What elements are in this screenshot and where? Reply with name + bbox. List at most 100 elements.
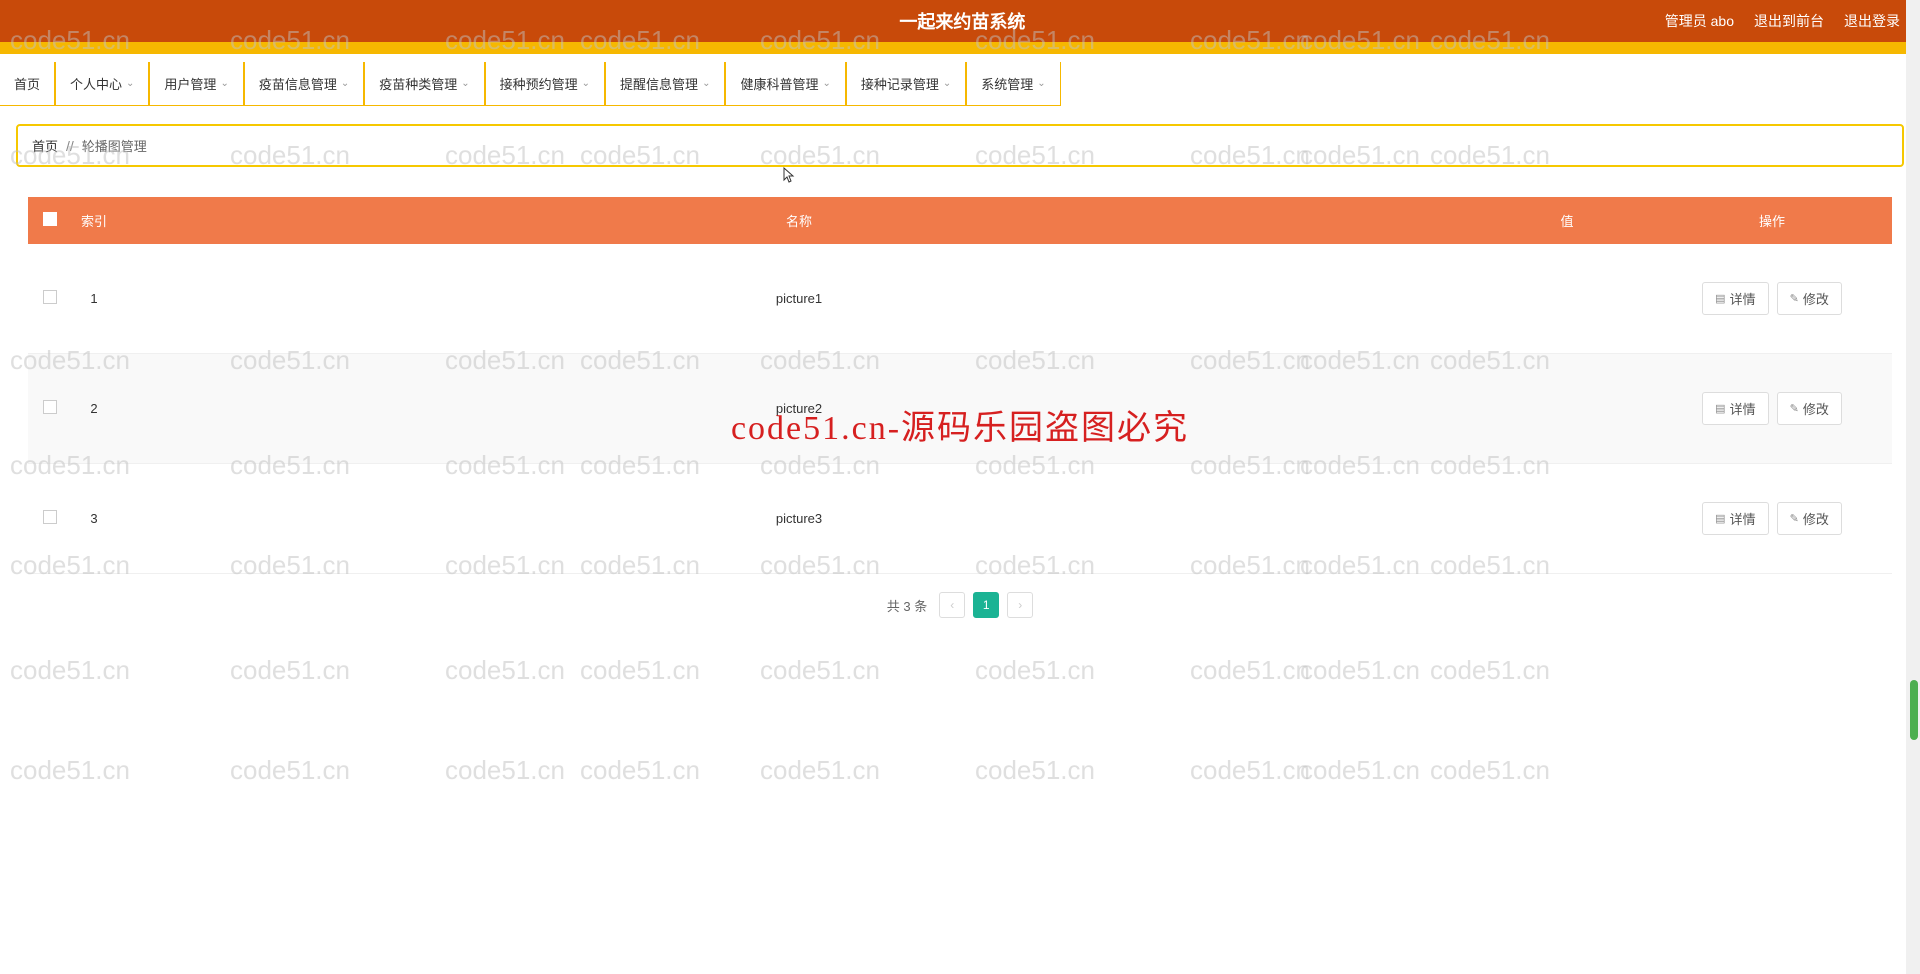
pagination-total: 共 3 条 [887, 596, 927, 615]
nav-item-label: 系统管理 [981, 74, 1033, 93]
header-index: 索引 [72, 197, 116, 244]
watermark-text: code51.cn [1430, 755, 1550, 786]
breadcrumb: 首页 // 轮播图管理 [16, 124, 1904, 167]
detail-button[interactable]: ▤ 详情 [1702, 282, 1768, 315]
watermark-text: code51.cn [760, 655, 880, 686]
watermark-text: code51.cn [1300, 655, 1420, 686]
edit-icon: ✎ [1790, 512, 1799, 525]
breadcrumb-separator: // [66, 138, 74, 154]
nav-item-1[interactable]: 个人中心 ⌄ [55, 62, 149, 106]
watermark-text: code51.cn [230, 655, 350, 686]
watermark-text: code51.cn [1300, 755, 1420, 786]
breadcrumb-home[interactable]: 首页 [32, 136, 58, 155]
nav-item-7[interactable]: 健康科普管理 ⌄ [725, 62, 845, 106]
edit-icon: ✎ [1790, 292, 1799, 305]
edit-button-label: 修改 [1803, 289, 1829, 308]
watermark-text: code51.cn [1430, 655, 1550, 686]
edit-button-label: 修改 [1803, 399, 1829, 418]
watermark-text: code51.cn [1190, 755, 1310, 786]
row-checkbox-cell [28, 354, 72, 464]
chevron-down-icon: ⌄ [341, 78, 349, 89]
edit-button[interactable]: ✎ 修改 [1777, 282, 1842, 315]
row-actions: ▤详情 ✎ 修改 [1652, 464, 1892, 574]
watermark-text: code51.cn [445, 755, 565, 786]
watermark-text: code51.cn [10, 655, 130, 686]
nav-item-4[interactable]: 疫苗种类管理 ⌄ [364, 62, 484, 106]
nav-item-6[interactable]: 提醒信息管理⌄ [605, 62, 725, 106]
row-checkbox[interactable] [43, 400, 57, 414]
row-actions: ▤详情 ✎ 修改 [1652, 354, 1892, 464]
row-name: picture2 [116, 354, 1482, 464]
chevron-down-icon: ⌄ [822, 78, 830, 89]
row-name: picture3 [116, 464, 1482, 574]
row-index: 3 [72, 464, 116, 574]
nav-item-5[interactable]: 接种预约管理⌄ [485, 62, 605, 106]
row-value [1482, 354, 1652, 464]
header-value: 值 [1482, 197, 1652, 244]
detail-button[interactable]: ▤详情 [1702, 502, 1768, 535]
watermark-text: code51.cn [760, 755, 880, 786]
watermark-text: code51.cn [230, 755, 350, 786]
chevron-down-icon: ⌄ [943, 78, 951, 89]
watermark-text: code51.cn [580, 755, 700, 786]
nav-item-label: 用户管理 [164, 74, 216, 93]
chevron-down-icon: ⌄ [1037, 78, 1045, 89]
row-checkbox[interactable] [43, 510, 57, 524]
nav-item-8[interactable]: 接种记录管理 ⌄ [846, 62, 966, 106]
chevron-down-icon: ⌄ [126, 78, 134, 89]
edit-button[interactable]: ✎ 修改 [1777, 392, 1842, 425]
nav-item-label: 首页 [14, 74, 40, 93]
edit-icon: ✎ [1790, 402, 1799, 415]
scrollbar-thumb[interactable] [1910, 680, 1918, 740]
detail-button-label: 详情 [1730, 289, 1756, 308]
detail-button-label: 详情 [1730, 399, 1756, 418]
app-title: 一起来约苗系统 [260, 8, 1665, 34]
header-checkbox-cell [28, 197, 72, 244]
row-checkbox[interactable] [43, 290, 57, 304]
pagination-prev[interactable]: ‹ [939, 592, 965, 618]
document-icon: ▤ [1715, 292, 1725, 305]
chevron-down-icon: ⌄ [461, 78, 469, 89]
breadcrumb-current: 轮播图管理 [82, 136, 147, 155]
nav-item-9[interactable]: 系统管理 ⌄ [966, 62, 1060, 106]
pagination-page-1[interactable]: 1 [973, 592, 999, 618]
nav-item-3[interactable]: 疫苗信息管理⌄ [244, 62, 364, 106]
chevron-down-icon: ⌄ [220, 78, 228, 89]
nav-item-label: 疫苗种类管理 [379, 74, 457, 93]
table-row: 2picture2▤详情✎修改 [28, 354, 1892, 464]
header-action: 操作 [1652, 197, 1892, 244]
exit-front-link[interactable]: 退出到前台 [1754, 11, 1824, 31]
edit-button-label: 修改 [1803, 509, 1829, 528]
row-checkbox-cell [28, 464, 72, 574]
edit-button[interactable]: ✎ 修改 [1777, 502, 1842, 535]
logout-link[interactable]: 退出登录 [1844, 11, 1900, 31]
pagination-next[interactable]: › [1007, 592, 1033, 618]
select-all-checkbox[interactable] [43, 212, 57, 226]
nav-item-label: 健康科普管理 [740, 74, 818, 93]
watermark-text: code51.cn [10, 755, 130, 786]
header-right: 管理员 abo 退出到前台 退出登录 [1665, 11, 1900, 31]
table-row: 1picture1▤详情✎修改 [28, 244, 1892, 354]
header-name: 名称 [116, 197, 1482, 244]
watermark-text: code51.cn [1190, 655, 1310, 686]
table-header-row: 索引 名称 值 操作 [28, 197, 1892, 244]
pagination: 共 3 条 ‹ 1 › [28, 592, 1892, 618]
row-value [1482, 244, 1652, 354]
table-row: 3picture3 ▤详情 ✎ 修改 [28, 464, 1892, 574]
row-actions: ▤ 详情 ✎ 修改 [1652, 244, 1892, 354]
watermark-text: code51.cn [445, 655, 565, 686]
nav-item-2[interactable]: 用户管理 ⌄ [149, 62, 243, 106]
nav-item-label: 接种记录管理 [861, 74, 939, 93]
row-name: picture1 [116, 244, 1482, 354]
detail-button[interactable]: ▤详情 [1702, 392, 1768, 425]
watermark-text: code51.cn [580, 655, 700, 686]
nav-item-0[interactable]: 首页 [0, 62, 55, 106]
document-icon: ▤ [1715, 512, 1725, 525]
data-table: 索引 名称 值 操作 1picture1▤详情✎修改2picture2▤详情✎修… [28, 197, 1892, 574]
vertical-scrollbar[interactable] [1906, 0, 1920, 974]
row-checkbox-cell [28, 244, 72, 354]
admin-label[interactable]: 管理员 abo [1665, 11, 1734, 31]
nav-item-label: 个人中心 [70, 74, 122, 93]
nav-item-label: 提醒信息管理 [620, 74, 698, 93]
nav-menu: 首页个人中心⌄用户管理⌄疫苗信息管理⌄疫苗种类管理⌄接种预约管理⌄提醒信息管理⌄… [0, 62, 1920, 106]
